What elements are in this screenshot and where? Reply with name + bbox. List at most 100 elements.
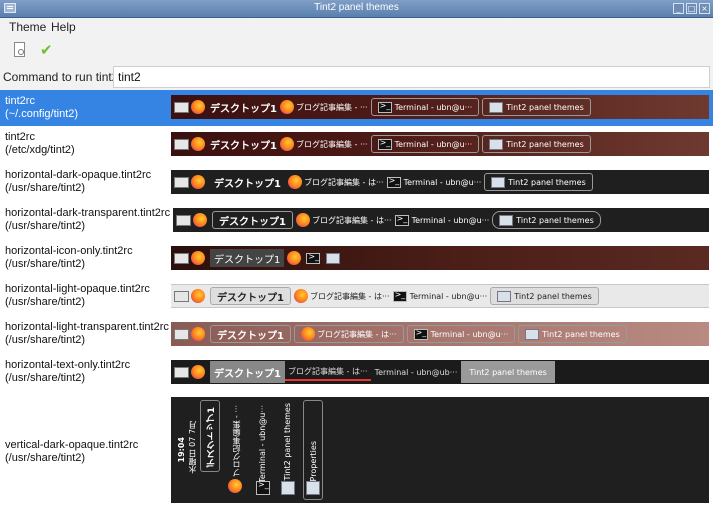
menu-theme[interactable]: Theme [9, 20, 46, 34]
task-terminal: Terminal - ubn@u··· [253, 397, 273, 503]
window-icon [491, 176, 506, 188]
desktop-label: デスクトップ1 [214, 178, 281, 190]
document-icon [14, 42, 25, 57]
firefox-icon [279, 100, 294, 114]
task-tint2: Tint2 panel themes [490, 287, 599, 305]
task-terminal: Terminal - ubn@u··· [394, 211, 490, 229]
window-title: Tint2 panel themes [314, 2, 399, 13]
theme-preview: デスクトップ1 [171, 246, 709, 270]
task-blog: ブログ記事編集 - は··· [293, 325, 404, 343]
theme-name: horizontal-text-only.tint2rc (/usr/share… [5, 359, 130, 385]
desktop-label: デスクトップ1 [210, 361, 285, 383]
task-label: Terminal - ubn@u··· [409, 291, 488, 301]
theme-path: (/usr/share/tint2) [5, 334, 86, 346]
firefox-icon [191, 137, 205, 151]
launcher [174, 98, 207, 116]
firefox-icon [191, 175, 205, 189]
desktop-label: デスクトップ1 [210, 140, 277, 152]
theme-filename: horizontal-light-transparent.tint2rc [5, 321, 169, 333]
firefox-icon [191, 100, 205, 114]
clock-date: 水曜日 07 7月 [188, 421, 197, 474]
checkmark-icon: ✔ [40, 41, 53, 59]
firefox-icon [191, 289, 205, 303]
command-label: Command to run tint2: [3, 70, 122, 84]
terminal-icon [377, 101, 392, 113]
command-input[interactable] [113, 66, 710, 88]
task-label: ブログ記事編集 - は··· [309, 291, 390, 301]
theme-row[interactable]: horizontal-text-only.tint2rc (/usr/share… [0, 354, 713, 394]
theme-preview: デスクトップ1 ブログ記事編集 - は··· Terminal - ubn@u·… [171, 322, 709, 346]
menubar: Theme Help [0, 18, 713, 38]
theme-row[interactable]: horizontal-dark-transparent.tint2rc (/us… [0, 202, 713, 240]
theme-row[interactable]: horizontal-light-transparent.tint2rc (/u… [0, 316, 713, 354]
theme-preview: デスクトップ1 ブログ記事編集 - は··· Terminal - ubn@u·… [173, 208, 709, 232]
firefox-icon [193, 213, 207, 227]
close-button[interactable]: × [699, 3, 710, 14]
task-label: Terminal - ubn@u··· [258, 405, 267, 483]
launcher [174, 325, 207, 343]
launcher [174, 249, 207, 267]
theme-row[interactable]: horizontal-icon-only.tint2rc (/usr/share… [0, 240, 713, 278]
task-blog: ブログ記事編集 - は··· [287, 173, 384, 191]
task-label: Tint2 panel themes [516, 215, 594, 225]
maximize-button[interactable]: □ [686, 3, 697, 14]
firefox-icon [300, 327, 315, 341]
launcher [176, 211, 209, 229]
task-label: Tint2 panel themes [283, 403, 292, 481]
theme-path: (/etc/xdg/tint2) [5, 144, 75, 156]
desktop-label: デスクトップ1 [212, 211, 293, 229]
clock: 19:04 水曜日 07 7月 [173, 397, 199, 503]
theme-name: tint2rc (~/.config/tint2) [5, 95, 78, 121]
firefox-icon [295, 213, 310, 227]
task-label: Tint2 panel themes [542, 329, 620, 339]
theme-path: (~/.config/tint2) [5, 108, 79, 120]
theme-preview: デスクトップ1 ブログ記事編集 - ··· Terminal - ubn@u··… [171, 95, 709, 119]
menu-help[interactable]: Help [51, 20, 76, 34]
theme-name: horizontal-icon-only.tint2rc (/usr/share… [5, 245, 133, 271]
task-tint2: Tint2 panel themes [482, 135, 591, 153]
task-label: ブログ記事編集 - は··· [316, 329, 397, 339]
task-label: ブログ記事編集 - ··· [232, 405, 241, 477]
theme-filename: horizontal-dark-opaque.tint2rc [5, 169, 152, 181]
theme-row[interactable]: horizontal-dark-opaque.tint2rc (/usr/sha… [0, 164, 713, 202]
theme-path: (/usr/share/tint2) [5, 220, 86, 232]
theme-name: horizontal-light-transparent.tint2rc (/u… [5, 321, 169, 347]
theme-name: horizontal-dark-transparent.tint2rc (/us… [5, 207, 170, 233]
theme-path: (/usr/share/tint2) [5, 258, 86, 270]
task-label: Terminal - ubn@u··· [430, 329, 509, 339]
task-label: Terminal - ubn@u··· [394, 102, 473, 112]
task-label: Terminal - ubn@u··· [403, 177, 482, 187]
theme-name: tint2rc (/etc/xdg/tint2) [5, 131, 75, 157]
theme-row[interactable]: horizontal-light-opaque.tint2rc (/usr/sh… [0, 278, 713, 316]
window-icon [174, 138, 189, 150]
window-titlebar[interactable]: Tint2 panel themes _ □ × [0, 0, 713, 18]
window-icon [497, 290, 512, 302]
theme-row[interactable]: tint2rc (/etc/xdg/tint2) デスクトップ1 ブログ記事編集… [0, 126, 713, 164]
theme-list[interactable]: tint2rc (~/.config/tint2) デスクトップ1 ブログ記事編… [0, 90, 713, 508]
firefox-icon [287, 175, 302, 189]
task-blog: ブログ記事編集 - は··· [284, 363, 371, 381]
firefox-icon [191, 365, 205, 379]
terminal-icon [392, 290, 407, 302]
window-icon [306, 481, 320, 495]
window-icon [326, 252, 341, 264]
task-blog: ブログ記事編集 - ··· [226, 397, 246, 503]
desktop-label: デスクトップ1 [210, 249, 285, 267]
theme-filename: horizontal-dark-transparent.tint2rc [5, 207, 171, 219]
apply-button[interactable]: ✔ [38, 41, 58, 61]
task-tint2: Tint2 panel themes [518, 325, 627, 343]
theme-row[interactable]: tint2rc (~/.config/tint2) デスクトップ1 ブログ記事編… [0, 90, 713, 126]
theme-filename: horizontal-icon-only.tint2rc [5, 245, 133, 257]
theme-path: (/usr/share/tint2) [5, 296, 86, 308]
desktop-label: デスクトップ1 [207, 407, 217, 468]
theme-filename: horizontal-light-opaque.tint2rc [5, 283, 150, 295]
minimize-button[interactable]: _ [673, 3, 684, 14]
edit-theme-button[interactable] [10, 41, 30, 61]
window-icon [174, 328, 189, 340]
theme-filename: tint2rc [5, 95, 35, 107]
desktop-label: デスクトップ1 [210, 287, 291, 305]
task-label: Terminal - ubn@u··· [411, 215, 490, 225]
theme-filename: tint2rc [5, 131, 35, 143]
desktop-label: デスクトップ1 [210, 325, 291, 343]
command-row: Command to run tint2: [0, 66, 713, 88]
